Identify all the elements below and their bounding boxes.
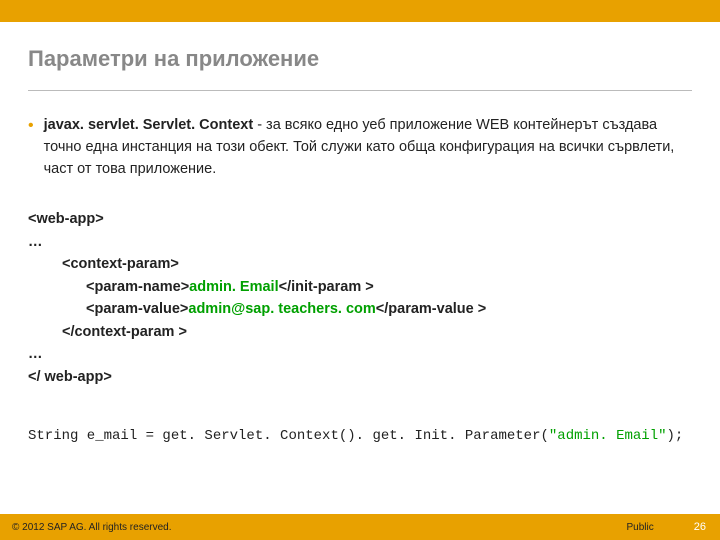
xml-tag: </param-value > [376, 301, 486, 317]
bullet-item: • javax. servlet. Servlet. Context - за … [28, 115, 692, 180]
footer-right: Public 26 [627, 521, 707, 533]
xml-tag: <param-name> [86, 279, 189, 295]
xml-line: … [28, 343, 692, 365]
copyright-text: © 2012 SAP AG. All rights reserved. [12, 522, 172, 533]
xml-line: … [28, 231, 692, 253]
title-divider [28, 90, 692, 91]
code-snippet: String e_mail = get. Servlet. Context().… [28, 428, 692, 444]
xml-line: <param-value>admin@sap. teachers. com</p… [28, 298, 692, 320]
bullet-strong: javax. servlet. Servlet. Context [44, 117, 254, 133]
page-number: 26 [694, 521, 706, 533]
bullet-dot-icon: • [28, 115, 34, 180]
classification-label: Public [627, 522, 654, 533]
xml-snippet: <web-app> … <context-param> <param-name>… [28, 208, 692, 388]
xml-tag: </init-param > [279, 279, 374, 295]
slide-title: Параметри на приложение [28, 46, 692, 72]
xml-tag: <param-value> [86, 301, 188, 317]
code-string: "admin. Email" [549, 428, 667, 444]
xml-value: admin@sap. teachers. com [188, 301, 375, 317]
footer-left: © 2012 SAP AG. All rights reserved. [12, 522, 172, 533]
slide-content: Параметри на приложение • javax. servlet… [0, 22, 720, 444]
xml-line: </ web-app> [28, 366, 692, 388]
xml-line: <context-param> [28, 253, 692, 275]
code-pre: String e_mail = get. Servlet. Context().… [28, 428, 549, 444]
xml-line: </context-param > [28, 321, 692, 343]
xml-line: <param-name>admin. Email</init-param > [28, 276, 692, 298]
xml-line: <web-app> [28, 208, 692, 230]
footer-bar: © 2012 SAP AG. All rights reserved. Publ… [0, 514, 720, 540]
xml-value: admin. Email [189, 279, 278, 295]
accent-bar [0, 0, 720, 22]
code-post: ); [667, 428, 684, 444]
bullet-text: javax. servlet. Servlet. Context - за вс… [44, 115, 692, 180]
